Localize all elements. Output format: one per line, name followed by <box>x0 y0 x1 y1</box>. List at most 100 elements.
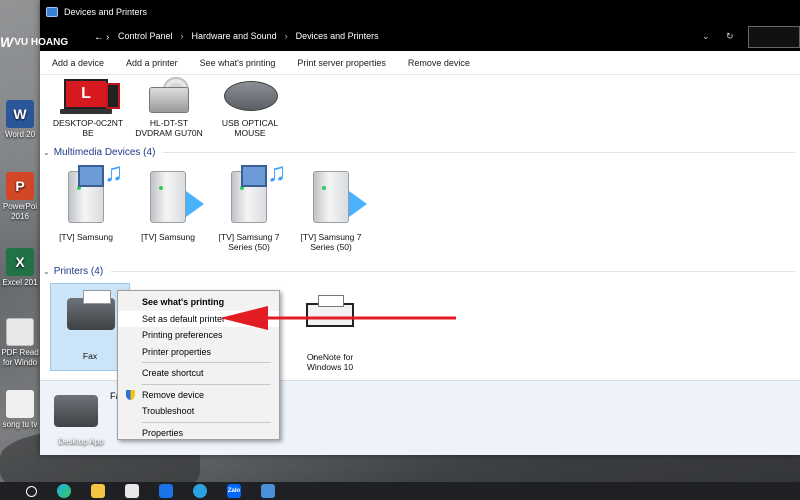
laptop-icon: L <box>48 75 128 115</box>
logo-mark: W <box>0 34 13 50</box>
title-bar[interactable]: Devices and Printers <box>40 0 800 24</box>
media-device-item[interactable]: ♫ [TV] Samsung 7 Series (50) <box>209 157 289 252</box>
device-label: OneNote for Windows 10 <box>306 352 354 372</box>
add-device-button[interactable]: Add a device <box>52 58 104 68</box>
chevron-down-icon[interactable]: ⌄ <box>702 31 710 42</box>
desktop-icon-desktop-app[interactable]: Desktop App <box>46 437 116 447</box>
group-header-multimedia[interactable]: ⌄ Multimedia Devices (4) <box>43 147 795 158</box>
word-icon: W <box>6 100 34 128</box>
command-bar: Add a device Add a printer See what's pr… <box>40 51 800 75</box>
menu-item-create-shortcut[interactable]: Create shortcut <box>118 365 279 382</box>
store-icon[interactable] <box>125 484 139 498</box>
media-renderer-icon <box>128 165 208 229</box>
mouse-shape <box>224 81 278 111</box>
menu-item-properties[interactable]: Properties <box>118 425 279 442</box>
fax-shape <box>67 290 115 330</box>
play-icon <box>186 191 204 217</box>
menu-separator <box>142 362 271 363</box>
breadcrumb: Control Panel › Hardware and Sound › Dev… <box>118 31 379 41</box>
tower-shape <box>150 171 186 223</box>
fax-icon <box>54 395 98 427</box>
see-whats-printing-button[interactable]: See what's printing <box>200 58 276 68</box>
powerpoint-icon: P <box>6 172 34 200</box>
laptop-base <box>60 109 112 114</box>
address-bar[interactable]: ← › Control Panel › Hardware and Sound ›… <box>40 24 800 51</box>
uac-shield-icon <box>126 389 135 400</box>
telegram-icon[interactable] <box>193 484 207 498</box>
device-item[interactable]: HL-DT-ST DVDRAM GU70N <box>129 75 209 138</box>
video-file-icon <box>6 390 34 418</box>
chevron-down-icon: ⌄ <box>43 267 50 276</box>
menu-item-label: Remove device <box>142 389 205 400</box>
device-item[interactable]: L DESKTOP-0C2NT BE <box>48 75 128 138</box>
play-icon <box>349 191 367 217</box>
menu-item-printer-properties[interactable]: Printer properties <box>118 344 279 361</box>
phone-shape <box>106 83 120 109</box>
menu-separator <box>142 383 271 385</box>
breadcrumb-item[interactable]: Hardware and Sound <box>192 31 277 41</box>
refresh-icon[interactable]: ↻ <box>726 31 734 42</box>
desktop-icon-video-file[interactable]: song tu tv <box>0 390 40 430</box>
devices-icon[interactable] <box>261 484 275 498</box>
device-item[interactable]: USB OPTICAL MOUSE <box>210 75 290 138</box>
pdf-reader-icon <box>6 318 34 346</box>
desktop-icon-label: Excel 201 <box>2 278 38 287</box>
mouse-icon <box>210 75 290 115</box>
tower-shape <box>313 171 349 223</box>
print-server-properties-button[interactable]: Print server properties <box>297 58 386 68</box>
desktop-icon-excel[interactable]: X Excel 201 <box>0 248 40 288</box>
file-explorer-icon[interactable] <box>91 484 105 498</box>
film-shape <box>241 165 267 187</box>
laptop-screen: L <box>64 79 108 109</box>
group-header-printers[interactable]: ⌄ Printers (4) <box>43 266 795 277</box>
window-title: Devices and Printers <box>64 7 148 17</box>
vu-hoang-logo: W VU HOANG <box>0 34 68 50</box>
music-note-icon: ♫ <box>267 157 287 187</box>
desktop-icon-label: Word 20 <box>4 130 36 139</box>
mail-icon[interactable] <box>159 484 173 498</box>
device-label: [TV] Samsung <box>59 232 113 242</box>
add-printer-button[interactable]: Add a printer <box>126 58 178 68</box>
edge-icon[interactable] <box>57 484 71 498</box>
desktop-icon-pdf-reader[interactable]: PDF Read for Windo <box>0 318 40 368</box>
media-device-item[interactable]: [TV] Samsung 7 Series (50) <box>291 165 371 252</box>
annotation-arrow-icon <box>220 306 456 330</box>
chevron-right-icon: › <box>180 31 184 41</box>
media-renderer-icon <box>291 165 371 229</box>
group-title: Printers (4) <box>53 266 104 277</box>
zalo-icon[interactable]: Zalo <box>227 484 241 498</box>
chevron-right-icon: › <box>284 31 288 41</box>
divider <box>111 271 795 272</box>
device-label: HL-DT-ST DVDRAM GU70N <box>135 118 203 138</box>
media-server-icon: ♫ <box>209 157 289 229</box>
desktop-icon-label: PDF Read for Windo <box>1 348 39 367</box>
remove-device-button[interactable]: Remove device <box>408 58 470 68</box>
dvd-drive-icon <box>129 75 209 115</box>
taskbar: Zalo <box>0 482 800 500</box>
device-label: DESKTOP-0C2NT BE <box>52 118 124 138</box>
device-label: USB OPTICAL MOUSE <box>221 118 279 138</box>
devices-printers-app-icon <box>46 7 58 17</box>
search-icon[interactable] <box>26 485 37 497</box>
media-device-item[interactable]: ♫ [TV] Samsung <box>46 157 126 242</box>
logo-text: VU HOANG <box>14 36 69 48</box>
desktop-icon-powerpoint[interactable]: P PowerPoi 2016 <box>0 172 40 222</box>
chevron-down-icon: ⌄ <box>43 148 50 157</box>
desktop-icon-word[interactable]: W Word 20 <box>0 100 40 140</box>
menu-item-remove-device[interactable]: Remove device <box>118 387 279 404</box>
drive-shape <box>149 87 189 113</box>
desktop-icon-label: PowerPoi 2016 <box>2 202 38 221</box>
music-note-icon: ♫ <box>104 157 124 187</box>
media-device-item[interactable]: [TV] Samsung <box>128 165 208 242</box>
menu-item-troubleshoot[interactable]: Troubleshoot <box>118 403 279 420</box>
divider <box>163 152 795 153</box>
desktop-icon-label: Desktop App <box>58 437 104 446</box>
forward-arrow-icon[interactable]: › <box>106 32 109 43</box>
film-shape <box>78 165 104 187</box>
device-label: [TV] Samsung 7 Series (50) <box>218 232 280 252</box>
excel-icon: X <box>6 248 34 276</box>
back-arrow-icon[interactable]: ← <box>94 32 104 43</box>
breadcrumb-item[interactable]: Control Panel <box>118 31 173 41</box>
search-input[interactable] <box>748 26 800 48</box>
breadcrumb-item[interactable]: Devices and Printers <box>296 31 379 41</box>
